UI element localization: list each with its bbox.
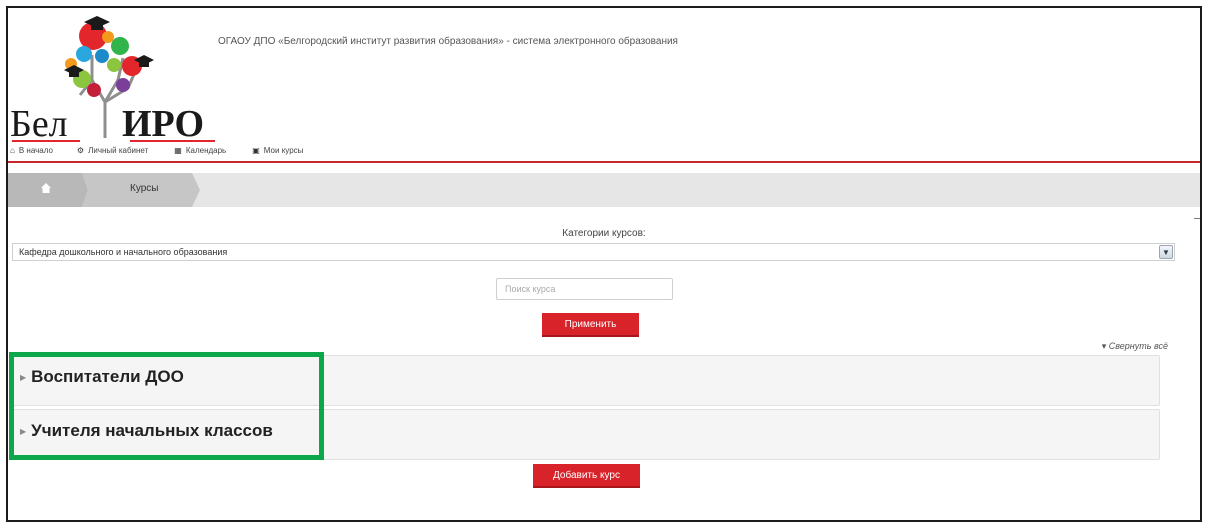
svg-text:Бел: Бел <box>10 103 68 142</box>
svg-text:ИРО: ИРО <box>122 103 204 142</box>
page-frame: Бел ИРО ОГАОУ ДПО «Белгородский институт… <box>6 6 1202 522</box>
breadcrumb: Курсы <box>8 173 1200 207</box>
course-search-input[interactable] <box>496 278 673 300</box>
header-divider <box>8 161 1200 163</box>
home-icon <box>41 183 51 193</box>
nav-item-home[interactable]: ⌂ В начало <box>10 146 53 155</box>
add-course-button[interactable]: Добавить курс <box>533 464 640 488</box>
chevron-down-icon[interactable]: ▼ <box>1159 245 1173 259</box>
site-title: ОГАОУ ДПО «Белгородский институт развити… <box>218 36 678 47</box>
category-select[interactable]: Кафедра дошкольного и начального образов… <box>12 243 1175 261</box>
category-select-value: Кафедра дошкольного и начального образов… <box>19 247 228 257</box>
home-icon: ⌂ <box>10 146 15 155</box>
nav-item-label: Календарь <box>185 146 227 155</box>
subcategory-name: Учителя начальных классов <box>31 421 273 440</box>
apply-button[interactable]: Применить <box>542 313 639 337</box>
subcategory-name: Воспитатели ДОО <box>31 367 184 386</box>
nav-item-label: Личный кабинет <box>88 146 149 155</box>
nav-item-label: В начало <box>18 146 53 155</box>
calendar-icon: ▦ <box>174 146 182 155</box>
breadcrumb-home[interactable] <box>8 173 88 207</box>
collapse-all-label: Свернуть всё <box>1108 341 1168 351</box>
nav-item-calendar[interactable]: ▦ Календарь <box>174 146 226 155</box>
nav-item-my-courses[interactable]: ▣ Мои курсы <box>252 146 303 155</box>
breadcrumb-current-label: Курсы <box>130 183 159 194</box>
triangle-down-icon: ▾ <box>1101 341 1107 351</box>
triangle-right-icon: ▶ <box>20 372 27 382</box>
subcategory-block: ▶ Воспитатели ДОО <box>11 355 1160 406</box>
dock-edge-mark <box>1194 218 1200 219</box>
subcategory-toggle[interactable]: ▶ Воспитатели ДОО <box>20 367 184 387</box>
subcategory-toggle[interactable]: ▶ Учителя начальных классов <box>20 421 273 441</box>
collapse-all-link[interactable]: ▾ Свернуть всё <box>1102 341 1168 352</box>
dashboard-icon: ⚙ <box>76 146 85 155</box>
briefcase-icon: ▣ <box>252 146 260 155</box>
category-label: Категории курсов: <box>562 228 646 239</box>
beliro-logo[interactable]: Бел ИРО <box>10 10 225 142</box>
top-nav: ⌂ В начало ⚙ Личный кабинет ▦ Календарь … <box>10 146 329 155</box>
subcategory-block: ▶ Учителя начальных классов <box>11 409 1160 460</box>
triangle-right-icon: ▶ <box>20 426 27 436</box>
nav-item-label: Мои курсы <box>263 146 304 155</box>
nav-item-dashboard[interactable]: ⚙ Личный кабинет <box>77 146 148 155</box>
